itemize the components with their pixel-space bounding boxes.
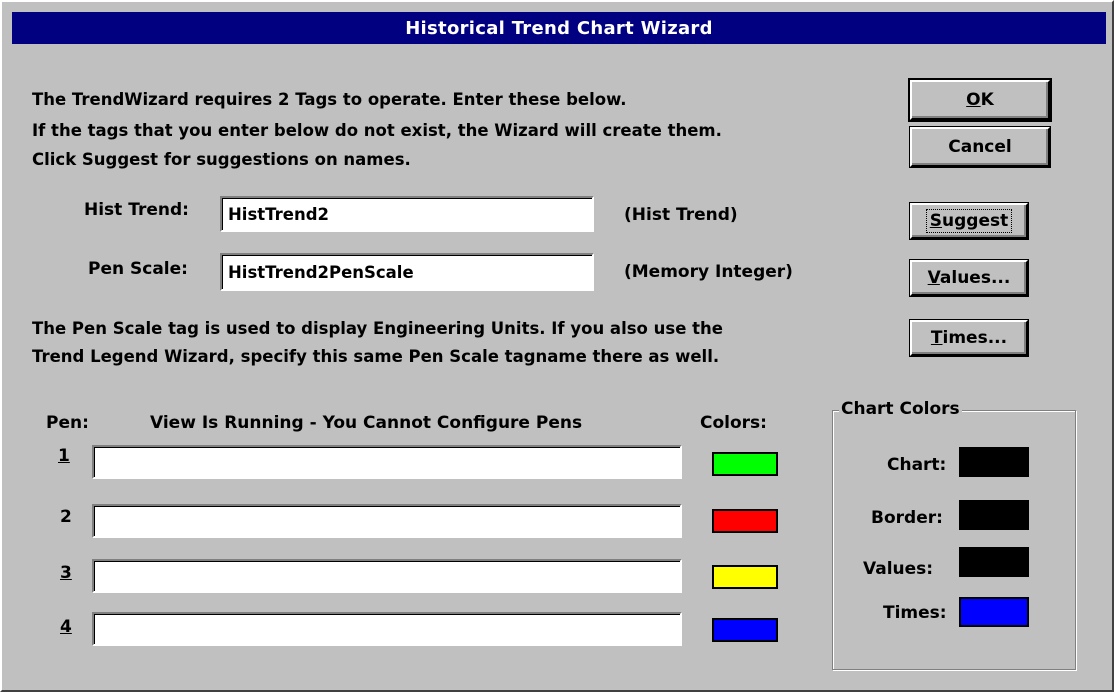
pen-4-color-swatch [712,618,778,642]
pen-1-input [92,445,682,479]
pen-4-input [92,612,682,646]
pen-number-2: 2 [60,507,72,527]
pens-status-text: View Is Running - You Cannot Configure P… [150,413,583,433]
border-color-swatch[interactable] [959,500,1029,530]
wizard-dialog: Historical Trend Chart Wizard The TrendW… [0,0,1114,692]
pen-scale-type: (Memory Integer) [624,262,793,282]
chart-color-label: Chart: [887,455,947,475]
pen-scale-input[interactable]: HistTrend2PenScale [220,253,594,291]
pen-2-input [92,504,682,538]
ok-mnemonic: O [966,90,981,110]
times-button[interactable]: Times... [910,320,1028,356]
pen-3-color-swatch [712,565,778,589]
ok-label: K [980,90,994,110]
border-color-label: Border: [871,508,943,528]
pen-header-label: Pen: [46,413,89,433]
intro-line-3: Click Suggest for suggestions on names. [32,150,411,169]
colors-header-label: Colors: [700,413,767,433]
values-label: alues... [939,268,1011,288]
times-mnemonic: T [930,328,943,348]
cancel-label: Cancel [948,137,1012,157]
hist-trend-input[interactable]: HistTrend2 [220,196,594,232]
intro-line-2: If the tags that you enter below do not … [32,121,722,140]
ok-button[interactable]: OK [910,80,1050,120]
chart-colors-title: Chart Colors [839,399,962,419]
window-title: Historical Trend Chart Wizard [405,17,713,39]
values-color-label: Values: [863,559,934,579]
pen-1-color-swatch [712,452,778,476]
hist-trend-label: Hist Trend: [84,200,189,220]
pen-scale-label: Pen Scale: [88,259,188,279]
pen-2-color-swatch [712,509,778,533]
suggest-label: uggest [942,211,1009,231]
note-line-2: Trend Legend Wizard, specify this same P… [32,347,720,366]
chart-color-swatch[interactable] [959,447,1029,477]
hist-trend-value: HistTrend2 [228,204,329,224]
times-color-label: Times: [883,603,947,623]
times-color-swatch[interactable] [959,597,1029,627]
values-button[interactable]: Values... [910,260,1028,296]
pen-number-4: 4 [60,617,72,637]
pen-number-3: 3 [60,563,72,583]
chart-colors-group: Chart Colors Chart: Border: Values: Time… [832,399,1076,670]
note-line-1: The Pen Scale tag is used to display Eng… [32,319,723,338]
title-bar[interactable]: Historical Trend Chart Wizard [12,12,1106,44]
pen-3-input [92,559,682,593]
pen-number-1: 1 [58,446,70,466]
intro-line-1: The TrendWizard requires 2 Tags to opera… [32,90,627,109]
times-label: imes... [942,328,1008,348]
hist-trend-type: (Hist Trend) [624,205,738,225]
suggest-button[interactable]: Suggest [910,203,1028,239]
pen-scale-value: HistTrend2PenScale [228,262,414,282]
values-mnemonic: V [927,268,940,288]
values-color-swatch[interactable] [959,547,1029,577]
suggest-mnemonic: S [929,211,943,231]
cancel-button[interactable]: Cancel [910,127,1050,167]
